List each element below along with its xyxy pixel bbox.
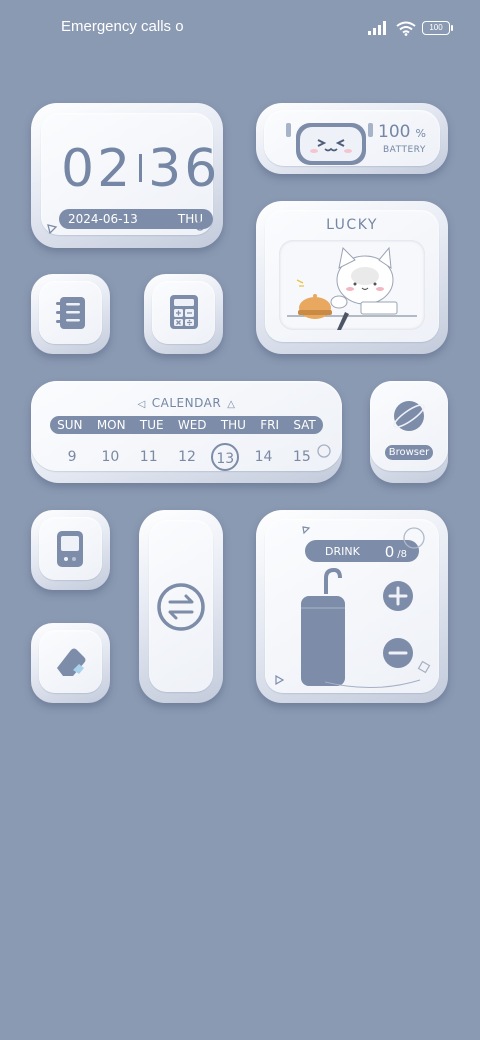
cat-illustration [287, 246, 417, 330]
clock-face: 02 36 2024-06-13 THU [41, 113, 217, 235]
clock-date: 2024-06-13 [68, 212, 138, 226]
calendar-prev-icon[interactable]: ◁ [138, 399, 146, 410]
eraser-icon [57, 648, 86, 676]
calendar-date[interactable]: 14 [250, 443, 278, 471]
calendar-dates-row: 9 10 11 12 13 14 15 [53, 443, 321, 471]
battery-face: 100 % BATTERY [264, 110, 440, 166]
clock-widget[interactable]: 02 36 2024-06-13 THU [31, 103, 223, 248]
calendar-date-today[interactable]: 13 [211, 443, 240, 471]
weekday-label: FRI [260, 418, 280, 432]
calendar-date[interactable]: 15 [288, 443, 316, 471]
eraser-app-button[interactable] [31, 623, 110, 703]
plus-icon[interactable] [382, 580, 414, 612]
robot-ear-left [286, 123, 291, 137]
transfer-face [149, 520, 213, 692]
calendar-header: ◁ CALENDAR △ [31, 396, 342, 410]
lucky-image-frame [279, 240, 425, 330]
clock-hours: 02 [61, 139, 134, 199]
drink-count: 0 [384, 542, 395, 561]
circle-icon [403, 527, 425, 549]
calendar-widget[interactable]: ◁ CALENDAR △ SUN MON TUE WED THU FRI SAT 9… [31, 381, 342, 483]
weekday-label: WED [177, 418, 207, 432]
lucky-widget[interactable]: LUCKY [256, 201, 448, 354]
browser-app-button[interactable]: Browser [370, 381, 448, 483]
browser-label: Browser [385, 445, 433, 460]
triangle-icon [47, 224, 58, 235]
calendar-weekday-bar: SUN MON TUE WED THU FRI SAT [50, 416, 323, 434]
battery-percent: 100 [378, 122, 411, 142]
weekday-label: MON [96, 418, 126, 432]
battery-unit: % [415, 127, 426, 140]
notes-app-face [39, 281, 102, 344]
transfer-widget[interactable] [139, 510, 223, 703]
robot-face-icon [296, 123, 366, 165]
calendar-date[interactable]: 10 [96, 443, 124, 471]
eraser-app-face [39, 630, 102, 693]
calendar-face: ◁ CALENDAR △ SUN MON TUE WED THU FRI SAT 9… [31, 381, 342, 471]
wifi-icon [396, 21, 416, 36]
minus-icon[interactable] [382, 637, 414, 669]
globe-icon [393, 401, 425, 431]
device-app-button[interactable] [31, 510, 110, 590]
drink-widget[interactable]: DRINK 0/8 [256, 510, 448, 703]
calendar-date[interactable]: 9 [58, 443, 86, 471]
battery-label: BATTERY [383, 145, 426, 155]
circle-icon [317, 444, 331, 458]
status-icons: 100 [368, 20, 453, 36]
robot-ear-right [368, 123, 373, 137]
curve-decoration [325, 679, 421, 688]
browser-app-face: Browser [370, 381, 448, 471]
transfer-arrows-icon [157, 583, 205, 631]
circle-icon [195, 221, 205, 231]
lucky-face: LUCKY [265, 210, 439, 342]
date-bar: 2024-06-13 THU [59, 209, 213, 229]
triangle-icon [302, 526, 311, 535]
calculator-icon [170, 295, 198, 329]
drink-label: DRINK [325, 544, 360, 558]
calculator-app-button[interactable] [144, 274, 223, 354]
notes-list-icon [56, 297, 85, 329]
device-app-face [39, 517, 102, 580]
notes-app-button[interactable] [31, 274, 110, 354]
battery-widget[interactable]: 100 % BATTERY [256, 103, 448, 174]
status-carrier-text: Emergency calls o [61, 18, 184, 35]
phone-device-icon [57, 531, 83, 567]
calendar-date[interactable]: 11 [135, 443, 163, 471]
battery-icon: 100 [422, 21, 453, 35]
weekday-label: SAT [293, 418, 316, 432]
diamond-icon [417, 660, 431, 674]
calendar-title: CALENDAR [151, 396, 222, 410]
weekday-label: TUE [139, 418, 164, 432]
battery-percent-group: 100 % [378, 122, 426, 142]
drink-face: DRINK 0/8 [265, 519, 439, 693]
water-bottle-icon [301, 567, 345, 686]
clock-minutes: 36 [148, 139, 221, 199]
triangle-icon [275, 674, 285, 686]
lucky-title: LUCKY [326, 217, 378, 233]
signal-icon [368, 21, 386, 35]
weekday-label: THU [220, 418, 246, 432]
clock-time: 02 36 [61, 139, 220, 199]
calendar-next-icon[interactable]: △ [227, 399, 235, 410]
clock-separator [139, 154, 143, 182]
calculator-app-face [152, 281, 215, 344]
calendar-date[interactable]: 12 [173, 443, 201, 471]
weekday-label: SUN [57, 418, 83, 432]
